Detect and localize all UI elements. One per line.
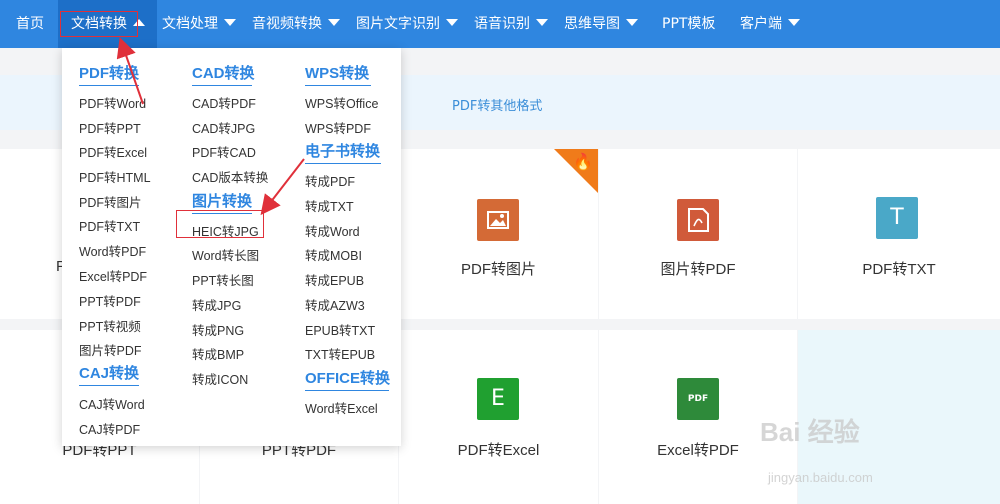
baidu-watermark: Bai 经验 [760,417,860,447]
arrow-to-heic [260,158,305,216]
baidu-watermark-url: jingyan.baidu.com [768,470,873,485]
arrow-to-nav [116,37,144,105]
